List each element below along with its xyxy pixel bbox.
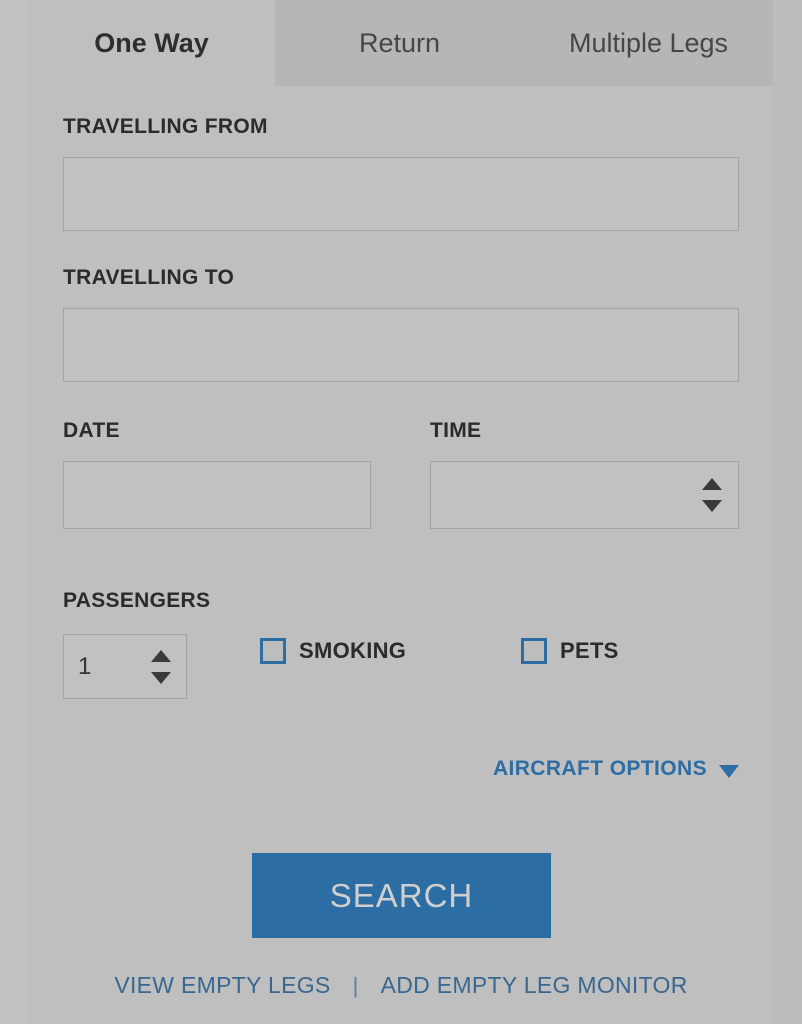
- trip-type-tabs: One Way Return Multiple Legs: [0, 0, 802, 86]
- search-button[interactable]: SEARCH: [252, 853, 551, 938]
- triangle-up-icon[interactable]: [702, 478, 722, 490]
- triangle-up-icon[interactable]: [151, 650, 171, 662]
- tab-return[interactable]: Return: [275, 0, 524, 86]
- travelling-from-input[interactable]: [63, 157, 739, 231]
- view-empty-legs-link[interactable]: VIEW EMPTY LEGS: [114, 972, 330, 999]
- triangle-down-icon[interactable]: [151, 672, 171, 684]
- time-label: TIME: [430, 419, 482, 442]
- pets-label: PETS: [560, 638, 619, 663]
- date-input[interactable]: [63, 461, 371, 529]
- aircraft-options-label: AIRCRAFT OPTIONS: [492, 757, 707, 780]
- time-input[interactable]: [430, 461, 739, 529]
- smoking-checkbox-group[interactable]: SMOKING: [260, 638, 406, 664]
- date-label: DATE: [63, 419, 120, 442]
- passengers-label: PASSENGERS: [63, 589, 211, 612]
- aircraft-options-toggle[interactable]: AIRCRAFT OPTIONS: [493, 757, 739, 781]
- travelling-from-label: TRAVELLING FROM: [63, 115, 268, 138]
- time-stepper[interactable]: [702, 478, 724, 512]
- travelling-to-input[interactable]: [63, 308, 739, 382]
- smoking-checkbox[interactable]: [260, 638, 286, 664]
- chevron-down-icon: [719, 764, 739, 778]
- travelling-to-label: TRAVELLING TO: [63, 266, 235, 289]
- passengers-stepper[interactable]: [151, 650, 173, 684]
- tab-multiple-legs[interactable]: Multiple Legs: [524, 0, 773, 86]
- smoking-label: SMOKING: [299, 638, 407, 663]
- time-field-wrapper: [430, 461, 739, 529]
- triangle-down-icon[interactable]: [702, 500, 722, 512]
- footer-links: VIEW EMPTY LEGS | ADD EMPTY LEG MONITOR: [0, 972, 802, 999]
- pets-checkbox[interactable]: [521, 638, 547, 664]
- tab-one-way[interactable]: One Way: [28, 0, 275, 86]
- add-empty-leg-monitor-link[interactable]: ADD EMPTY LEG MONITOR: [381, 972, 688, 999]
- passengers-field-wrapper: [63, 634, 187, 699]
- flight-search-form: One Way Return Multiple Legs TRAVELLING …: [0, 0, 802, 1024]
- pets-checkbox-group[interactable]: PETS: [521, 638, 619, 664]
- footer-separator: |: [352, 972, 359, 998]
